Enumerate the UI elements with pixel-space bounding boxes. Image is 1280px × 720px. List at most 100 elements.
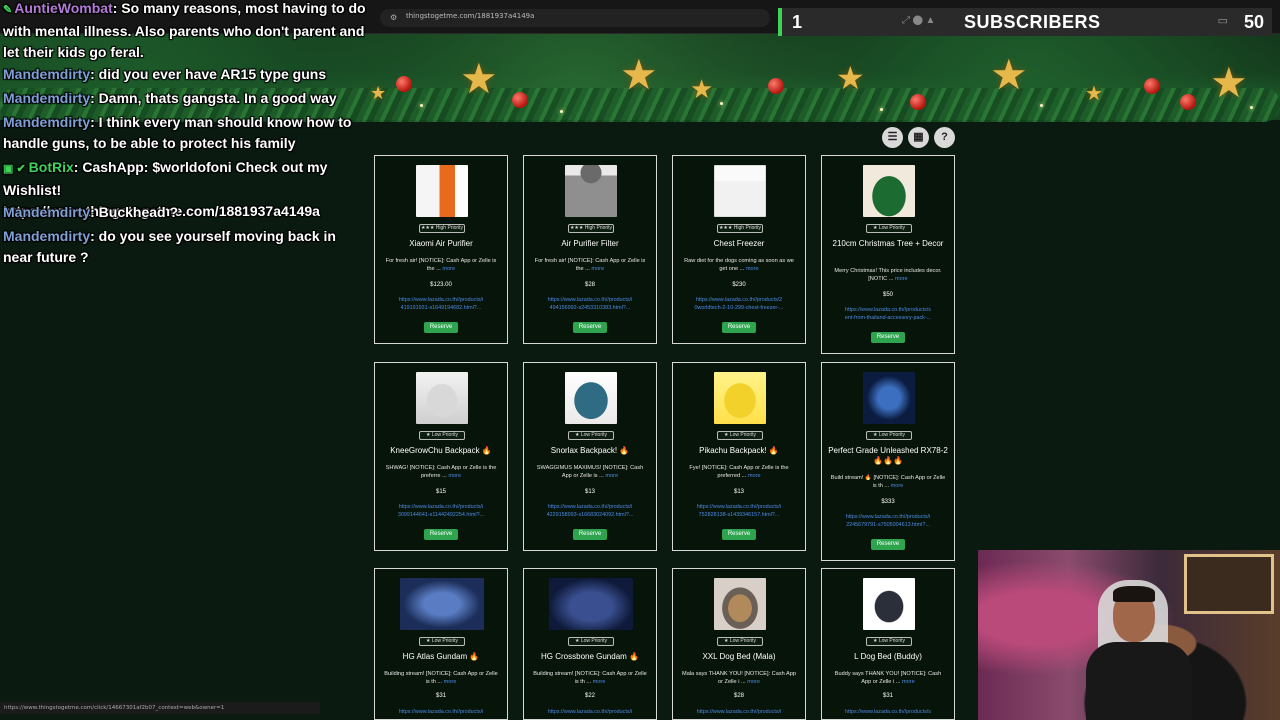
- product-price: $13: [733, 489, 744, 495]
- reserve-button[interactable]: Reserve: [871, 539, 905, 550]
- product-image[interactable]: [565, 372, 617, 424]
- reserve-button[interactable]: Reserve: [424, 322, 458, 333]
- wishlist-card[interactable]: ★ Low Priority Perfect Grade Unleashed R…: [821, 362, 955, 561]
- string-light: [420, 104, 423, 107]
- product-link-continued[interactable]: 3099144641-s11442492254.html?...: [381, 511, 501, 519]
- product-description: Mala says THANK YOU! [NOTICE]: Cash App …: [682, 671, 796, 685]
- wishlist-card[interactable]: ★ Low Priority 210cm Christmas Tree + De…: [821, 155, 955, 354]
- priority-badge: ★ Low Priority: [419, 431, 465, 440]
- wishlist-card[interactable]: ★★★ High Priority Xiaomi Air Purifier Fo…: [374, 155, 508, 344]
- wishlist-card[interactable]: ★ Low Priority Snorlax Backpack! 🔥 SWAGG…: [523, 362, 657, 551]
- help-icon: ?: [941, 131, 948, 143]
- star-ornament-icon: ★: [690, 74, 714, 104]
- list-view-button[interactable]: ☰: [882, 127, 903, 148]
- star-ornament-icon: ★: [620, 51, 658, 98]
- more-link[interactable]: more: [593, 679, 606, 685]
- more-link[interactable]: more: [448, 473, 461, 479]
- browser-extension-icons[interactable]: ⤢ ⬤ ▲: [902, 15, 935, 26]
- product-link-continued[interactable]: 4229158993-s16683024092.html?...: [530, 511, 650, 519]
- product-image[interactable]: [714, 372, 766, 424]
- product-price: $123.00: [430, 282, 452, 288]
- site-info-icon[interactable]: ⚙: [390, 13, 397, 22]
- streamer-hair: [1113, 586, 1155, 602]
- list-icon: ☰: [887, 131, 898, 143]
- product-image[interactable]: [400, 578, 484, 630]
- priority-badge: ★ Low Priority: [717, 431, 763, 440]
- ornament-ball-icon: [1180, 94, 1196, 110]
- product-image[interactable]: [863, 578, 915, 630]
- product-image[interactable]: [549, 578, 633, 630]
- wishlist-card[interactable]: ★ Low Priority L Dog Bed (Buddy) Buddy s…: [821, 568, 955, 720]
- product-image[interactable]: [714, 578, 766, 630]
- more-link[interactable]: more: [746, 266, 759, 272]
- reserve-button[interactable]: Reserve: [573, 529, 607, 540]
- reserve-button[interactable]: Reserve: [424, 529, 458, 540]
- product-link-continued[interactable]: 494156992-s2453310383.html?...: [530, 304, 650, 312]
- product-price: $15: [435, 489, 446, 495]
- product-link-continued[interactable]: ent-from-thailand-accessory-pack-...: [828, 314, 948, 322]
- more-link[interactable]: more: [605, 473, 618, 479]
- product-image[interactable]: [863, 165, 915, 217]
- product-link[interactable]: https://www.lazada.co.th//products/i: [381, 708, 501, 716]
- reserve-button[interactable]: Reserve: [722, 322, 756, 333]
- product-link[interactable]: https://www.lazada.co.th//products/s: [828, 708, 948, 716]
- chat-username: Mandemdirty: [3, 204, 91, 220]
- chat-message: ✎ AuntieWombat: So many reasons, most hav…: [3, 0, 377, 63]
- star-ornament-icon: ★: [460, 55, 498, 102]
- product-image[interactable]: [416, 165, 468, 217]
- reserve-button[interactable]: Reserve: [573, 322, 607, 333]
- product-link-continued[interactable]: 0worldtech-2-10-299-chest-freezer-...: [679, 304, 799, 312]
- wishlist-card[interactable]: ★ Low Priority HG Crossbone Gundam 🔥 Bui…: [523, 568, 657, 720]
- more-link[interactable]: more: [444, 679, 457, 685]
- product-link[interactable]: https://www.lazada.co.th//products/i: [530, 708, 650, 716]
- product-price: $28: [584, 282, 595, 288]
- wishlist-card[interactable]: ★ Low Priority KneeGrowChu Backpack 🔥 SH…: [374, 362, 508, 551]
- product-description: SHWAG! [NOTICE]: Cash App or Zelle is th…: [385, 465, 497, 479]
- wishlist-card[interactable]: ★ Low Priority XXL Dog Bed (Mala) Mala s…: [672, 568, 806, 720]
- product-link[interactable]: https://www.lazada.co.th//products/i: [679, 503, 799, 511]
- more-link[interactable]: more: [591, 266, 604, 272]
- product-title: HG Crossbone Gundam 🔥: [541, 652, 639, 661]
- more-link[interactable]: more: [895, 276, 908, 282]
- product-link[interactable]: https://www.lazada.co.th//products/i: [679, 708, 799, 716]
- product-image[interactable]: [565, 165, 617, 217]
- product-link[interactable]: https://www.lazada.co.th//products/i: [530, 503, 650, 511]
- grid-view-button[interactable]: ▦: [908, 127, 929, 148]
- product-link[interactable]: https://www.lazada.co.th//products/i: [828, 513, 948, 521]
- more-link[interactable]: more: [902, 679, 915, 685]
- product-description: Buddy says THANK YOU! [NOTICE]: Cash App…: [834, 671, 942, 685]
- reserve-button[interactable]: Reserve: [722, 529, 756, 540]
- product-price: $230: [732, 282, 746, 288]
- chat-text: : Buckhead ?: [90, 204, 179, 220]
- wishlist-card[interactable]: ★★★ High Priority Air Purifier Filter Fo…: [523, 155, 657, 344]
- star-ornament-icon: ★: [836, 60, 865, 96]
- product-title: KneeGrowChu Backpack 🔥: [390, 446, 492, 455]
- address-bar[interactable]: ⚙ thingstogetme.com/1881937a4149a: [380, 9, 770, 27]
- chat-message: Mandemdirty: Buckhead ?: [3, 202, 377, 223]
- reserve-button[interactable]: Reserve: [871, 332, 905, 343]
- wishlist-card[interactable]: ★ Low Priority Pikachu Backpack! 🔥 Fye! …: [672, 362, 806, 551]
- product-image[interactable]: [863, 372, 915, 424]
- chat-message: Mandemdirty: I think every man should kn…: [3, 112, 363, 154]
- product-image[interactable]: [714, 165, 766, 217]
- help-button[interactable]: ?: [934, 127, 955, 148]
- product-link-continued[interactable]: 2245679791-s7505004613.html?...: [828, 521, 948, 529]
- more-link[interactable]: more: [442, 266, 455, 272]
- product-link[interactable]: https://www.lazada.co.th//products/i: [381, 296, 501, 304]
- more-link[interactable]: more: [747, 679, 760, 685]
- product-description: Merry Christmas! This price includes dec…: [834, 268, 942, 282]
- more-link[interactable]: more: [748, 473, 761, 479]
- product-link-continued[interactable]: 752828138-s1439346157.html?...: [679, 511, 799, 519]
- product-image[interactable]: [416, 372, 468, 424]
- product-link[interactable]: https://www.lazada.co.th//products/2: [679, 296, 799, 304]
- wishlist-card[interactable]: ★★★ High Priority Chest Freezer Raw diet…: [672, 155, 806, 344]
- window-icon[interactable]: ▭: [1218, 14, 1228, 27]
- wishlist-card[interactable]: ★ Low Priority HG Atlas Gundam 🔥 Buildin…: [374, 568, 508, 720]
- more-link[interactable]: more: [891, 483, 904, 489]
- product-link-continued[interactable]: 419191931-s1649194682.html?...: [381, 304, 501, 312]
- product-link[interactable]: https://www.lazada.co.th//products/s: [828, 306, 948, 314]
- ornament-ball-icon: [512, 92, 528, 108]
- product-link[interactable]: https://www.lazada.co.th//products/i: [381, 503, 501, 511]
- product-link[interactable]: https://www.lazada.co.th//products/i: [530, 296, 650, 304]
- product-description: Building stream! [NOTICE]: Cash App or Z…: [384, 671, 498, 685]
